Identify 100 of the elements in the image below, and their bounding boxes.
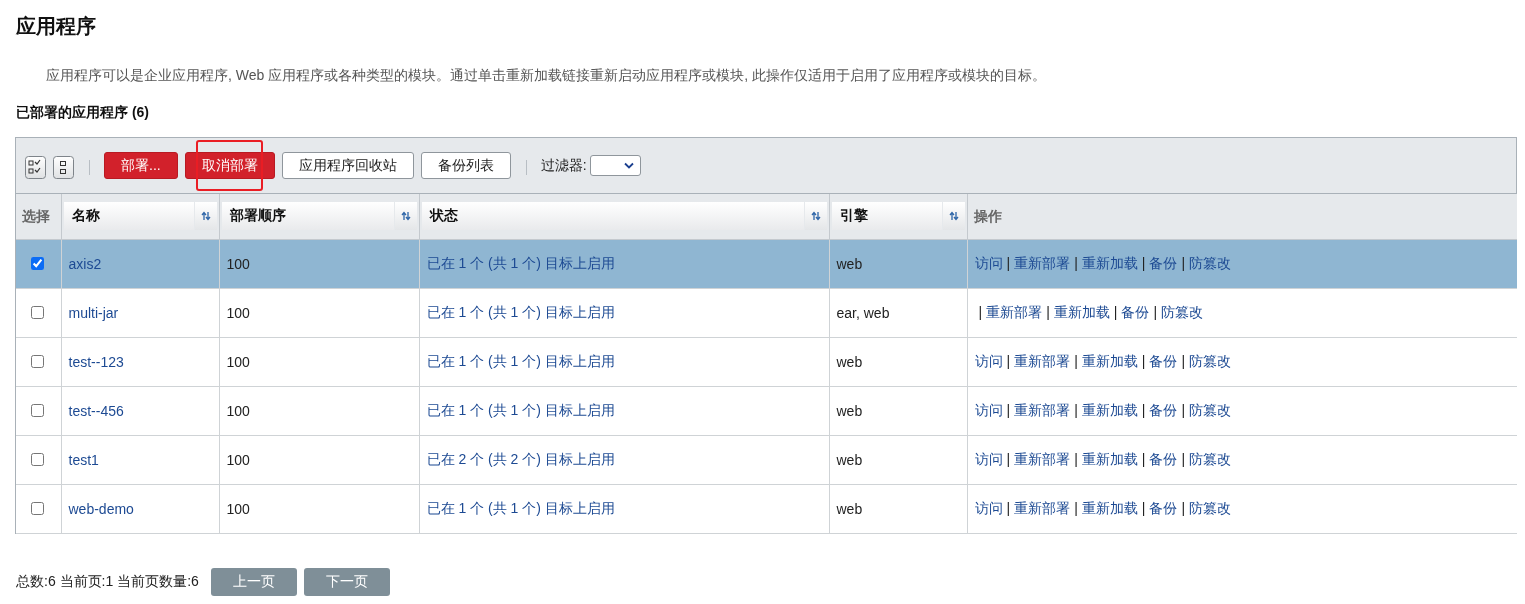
link-separator: |: [1181, 450, 1186, 467]
action-link[interactable]: 备份: [1149, 499, 1178, 516]
action-link[interactable]: 备份: [1121, 303, 1150, 320]
action-link[interactable]: 防篡改: [1189, 254, 1232, 271]
row-checkbox[interactable]: [31, 502, 44, 515]
link-separator: |: [1074, 254, 1078, 271]
sort-button[interactable]: [942, 202, 965, 231]
toolbar-button[interactable]: 部署...: [104, 152, 178, 179]
table-cell: 100: [219, 484, 419, 533]
column-header: 选择: [22, 207, 50, 224]
checklist-icon[interactable]: [25, 156, 46, 179]
sort-icon[interactable]: [200, 211, 211, 222]
action-link[interactable]: 重新加载: [1081, 254, 1138, 271]
sort-button[interactable]: [804, 202, 827, 231]
table-cell: 100: [219, 239, 419, 288]
action-link[interactable]: 防篡改: [1189, 450, 1232, 467]
table-row[interactable]: test--456 100 已在 1 个 (共 1 个) 目标上启用 web 访问 | 重新部署 | 重新加载 | 备份 | 防篡改: [16, 386, 1517, 435]
table-row[interactable]: test--123 100 已在 1 个 (共 1 个) 目标上启用 web 访问 | 重新部署 | 重新加载 | 备份 | 防篡改: [16, 337, 1517, 386]
column-header[interactable]: 名称: [63, 202, 194, 231]
link-separator: |: [1181, 254, 1186, 271]
toolbar-button[interactable]: 备份列表: [420, 152, 511, 179]
action-link[interactable]: 重新加载: [1081, 401, 1138, 418]
link-separator: |: [1181, 499, 1186, 516]
action-link[interactable]: 重新部署: [1014, 499, 1071, 516]
app-name-link[interactable]: test--123: [68, 353, 124, 370]
action-link[interactable]: 访问: [974, 352, 1003, 369]
row-checkbox[interactable]: [31, 257, 44, 270]
app-name-link[interactable]: web-demo: [68, 500, 134, 517]
action-link[interactable]: 访问: [974, 254, 1003, 271]
action-link[interactable]: 重新加载: [1081, 352, 1138, 369]
link-separator: |: [1074, 401, 1078, 418]
action-link[interactable]: 备份: [1149, 401, 1178, 418]
sort-icon[interactable]: [400, 211, 411, 222]
action-link[interactable]: 访问: [974, 401, 1003, 418]
table-row[interactable]: multi-jar 100 已在 1 个 (共 1 个) 目标上启用 ear, web | 重新部署 | 重新加载 | 备份 | 防篡改: [16, 288, 1517, 337]
action-link[interactable]: 重新部署: [1014, 401, 1071, 418]
table-row[interactable]: test1 100 已在 2 个 (共 2 个) 目标上启用 web 访问 | 重新部署 | 重新加载 | 备份 | 防篡改: [16, 435, 1517, 484]
link-separator: |: [1006, 352, 1011, 369]
status-link[interactable]: 已在 2 个 (共 2 个) 目标上启用: [426, 450, 615, 467]
sort-icon[interactable]: [948, 211, 959, 222]
link-separator: |: [1181, 352, 1186, 369]
list-icon[interactable]: [53, 156, 74, 179]
link-separator: |: [978, 303, 983, 320]
table-row[interactable]: web-demo 100 已在 1 个 (共 1 个) 目标上启用 web 访问 | 重新部署 | 重新加载 | 备份 | 防篡改: [16, 484, 1517, 533]
table-cell: web: [829, 337, 967, 386]
action-link[interactable]: 备份: [1149, 352, 1178, 369]
app-name-link[interactable]: axis2: [68, 255, 102, 272]
action-link[interactable]: 重新部署: [1014, 450, 1071, 467]
action-link[interactable]: 重新部署: [1014, 254, 1071, 271]
link-separator: |: [1074, 352, 1078, 369]
link-separator: |: [1006, 401, 1011, 418]
action-link[interactable]: 防篡改: [1189, 499, 1232, 516]
table-cell: 100: [219, 288, 419, 337]
app-name-link[interactable]: multi-jar: [68, 304, 119, 321]
action-link[interactable]: 访问: [974, 499, 1003, 516]
link-separator: |: [1046, 303, 1050, 320]
action-link[interactable]: 防篡改: [1189, 352, 1232, 369]
sort-button[interactable]: [394, 202, 417, 231]
toolbar-button[interactable]: 应用程序回收站: [281, 152, 414, 179]
link-separator: |: [1141, 450, 1146, 467]
action-link[interactable]: 备份: [1149, 254, 1178, 271]
link-separator: |: [1113, 303, 1118, 320]
row-checkbox[interactable]: [31, 453, 44, 466]
status-link[interactable]: 已在 1 个 (共 1 个) 目标上启用: [426, 499, 615, 516]
filter-select[interactable]: [589, 155, 641, 176]
pagination-summary: 总数:6 当前页:1 当前页数量:6: [16, 572, 199, 591]
status-link[interactable]: 已在 1 个 (共 1 个) 目标上启用: [426, 401, 615, 418]
row-checkbox[interactable]: [31, 355, 44, 368]
sort-icon[interactable]: [810, 211, 821, 222]
link-separator: |: [1153, 303, 1158, 320]
row-checkbox[interactable]: [31, 306, 44, 319]
action-link[interactable]: 重新加载: [1053, 303, 1110, 320]
app-name-link[interactable]: test1: [68, 451, 99, 468]
action-link[interactable]: 重新加载: [1081, 450, 1138, 467]
link-separator: |: [1074, 499, 1078, 516]
sort-button[interactable]: [194, 202, 217, 231]
column-header[interactable]: 部署顺序: [221, 202, 394, 231]
table-row[interactable]: axis2 100 已在 1 个 (共 1 个) 目标上启用 web 访问 | 重新部署 | 重新加载 | 备份 | 防篡改: [16, 239, 1517, 288]
table-cell: web: [829, 435, 967, 484]
action-link[interactable]: 防篡改: [1161, 303, 1204, 320]
table-cell: 100: [219, 435, 419, 484]
toolbar-button[interactable]: 取消部署: [184, 152, 275, 179]
status-link[interactable]: 已在 1 个 (共 1 个) 目标上启用: [426, 303, 615, 320]
action-link[interactable]: 重新加载: [1081, 499, 1138, 516]
status-link[interactable]: 已在 1 个 (共 1 个) 目标上启用: [426, 352, 615, 369]
row-checkbox[interactable]: [31, 404, 44, 417]
column-header[interactable]: 状态: [421, 202, 804, 231]
table-cell: 100: [219, 386, 419, 435]
action-link[interactable]: 防篡改: [1189, 401, 1232, 418]
link-separator: |: [1141, 254, 1146, 271]
action-link[interactable]: 备份: [1149, 450, 1178, 467]
action-link[interactable]: 访问: [974, 450, 1003, 467]
action-link[interactable]: 重新部署: [1014, 352, 1071, 369]
action-link[interactable]: 重新部署: [986, 303, 1043, 320]
link-separator: |: [1006, 254, 1011, 271]
status-link[interactable]: 已在 1 个 (共 1 个) 目标上启用: [426, 254, 615, 271]
app-name-link[interactable]: test--456: [68, 402, 124, 419]
table-cell: 100: [219, 337, 419, 386]
link-separator: |: [1006, 499, 1011, 516]
column-header[interactable]: 引擎: [831, 202, 942, 231]
